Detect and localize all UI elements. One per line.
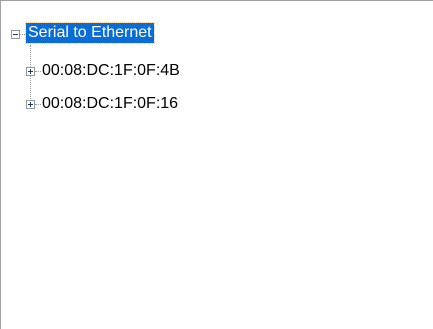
root-collapse-toggle-minus-icon[interactable] — [11, 30, 20, 39]
tree-connector-line — [35, 104, 41, 106]
child-expand-toggle-plus-icon[interactable] — [26, 100, 35, 109]
tree-node-device-0f4b[interactable]: 00:08:DC:1F:0F:4B — [42, 61, 180, 81]
tree-connector-line — [35, 71, 41, 73]
tree-connector-line — [20, 34, 25, 36]
tree-node-device-0f16[interactable]: 00:08:DC:1F:0F:16 — [42, 94, 178, 114]
child-expand-toggle-plus-icon[interactable] — [26, 67, 35, 76]
tree-root-node-serial-to-ethernet[interactable]: Serial to Ethernet — [25, 22, 155, 44]
device-tree-view[interactable]: Serial to Ethernet 00:08:DC:1F:0F:4B 00:… — [0, 0, 433, 329]
